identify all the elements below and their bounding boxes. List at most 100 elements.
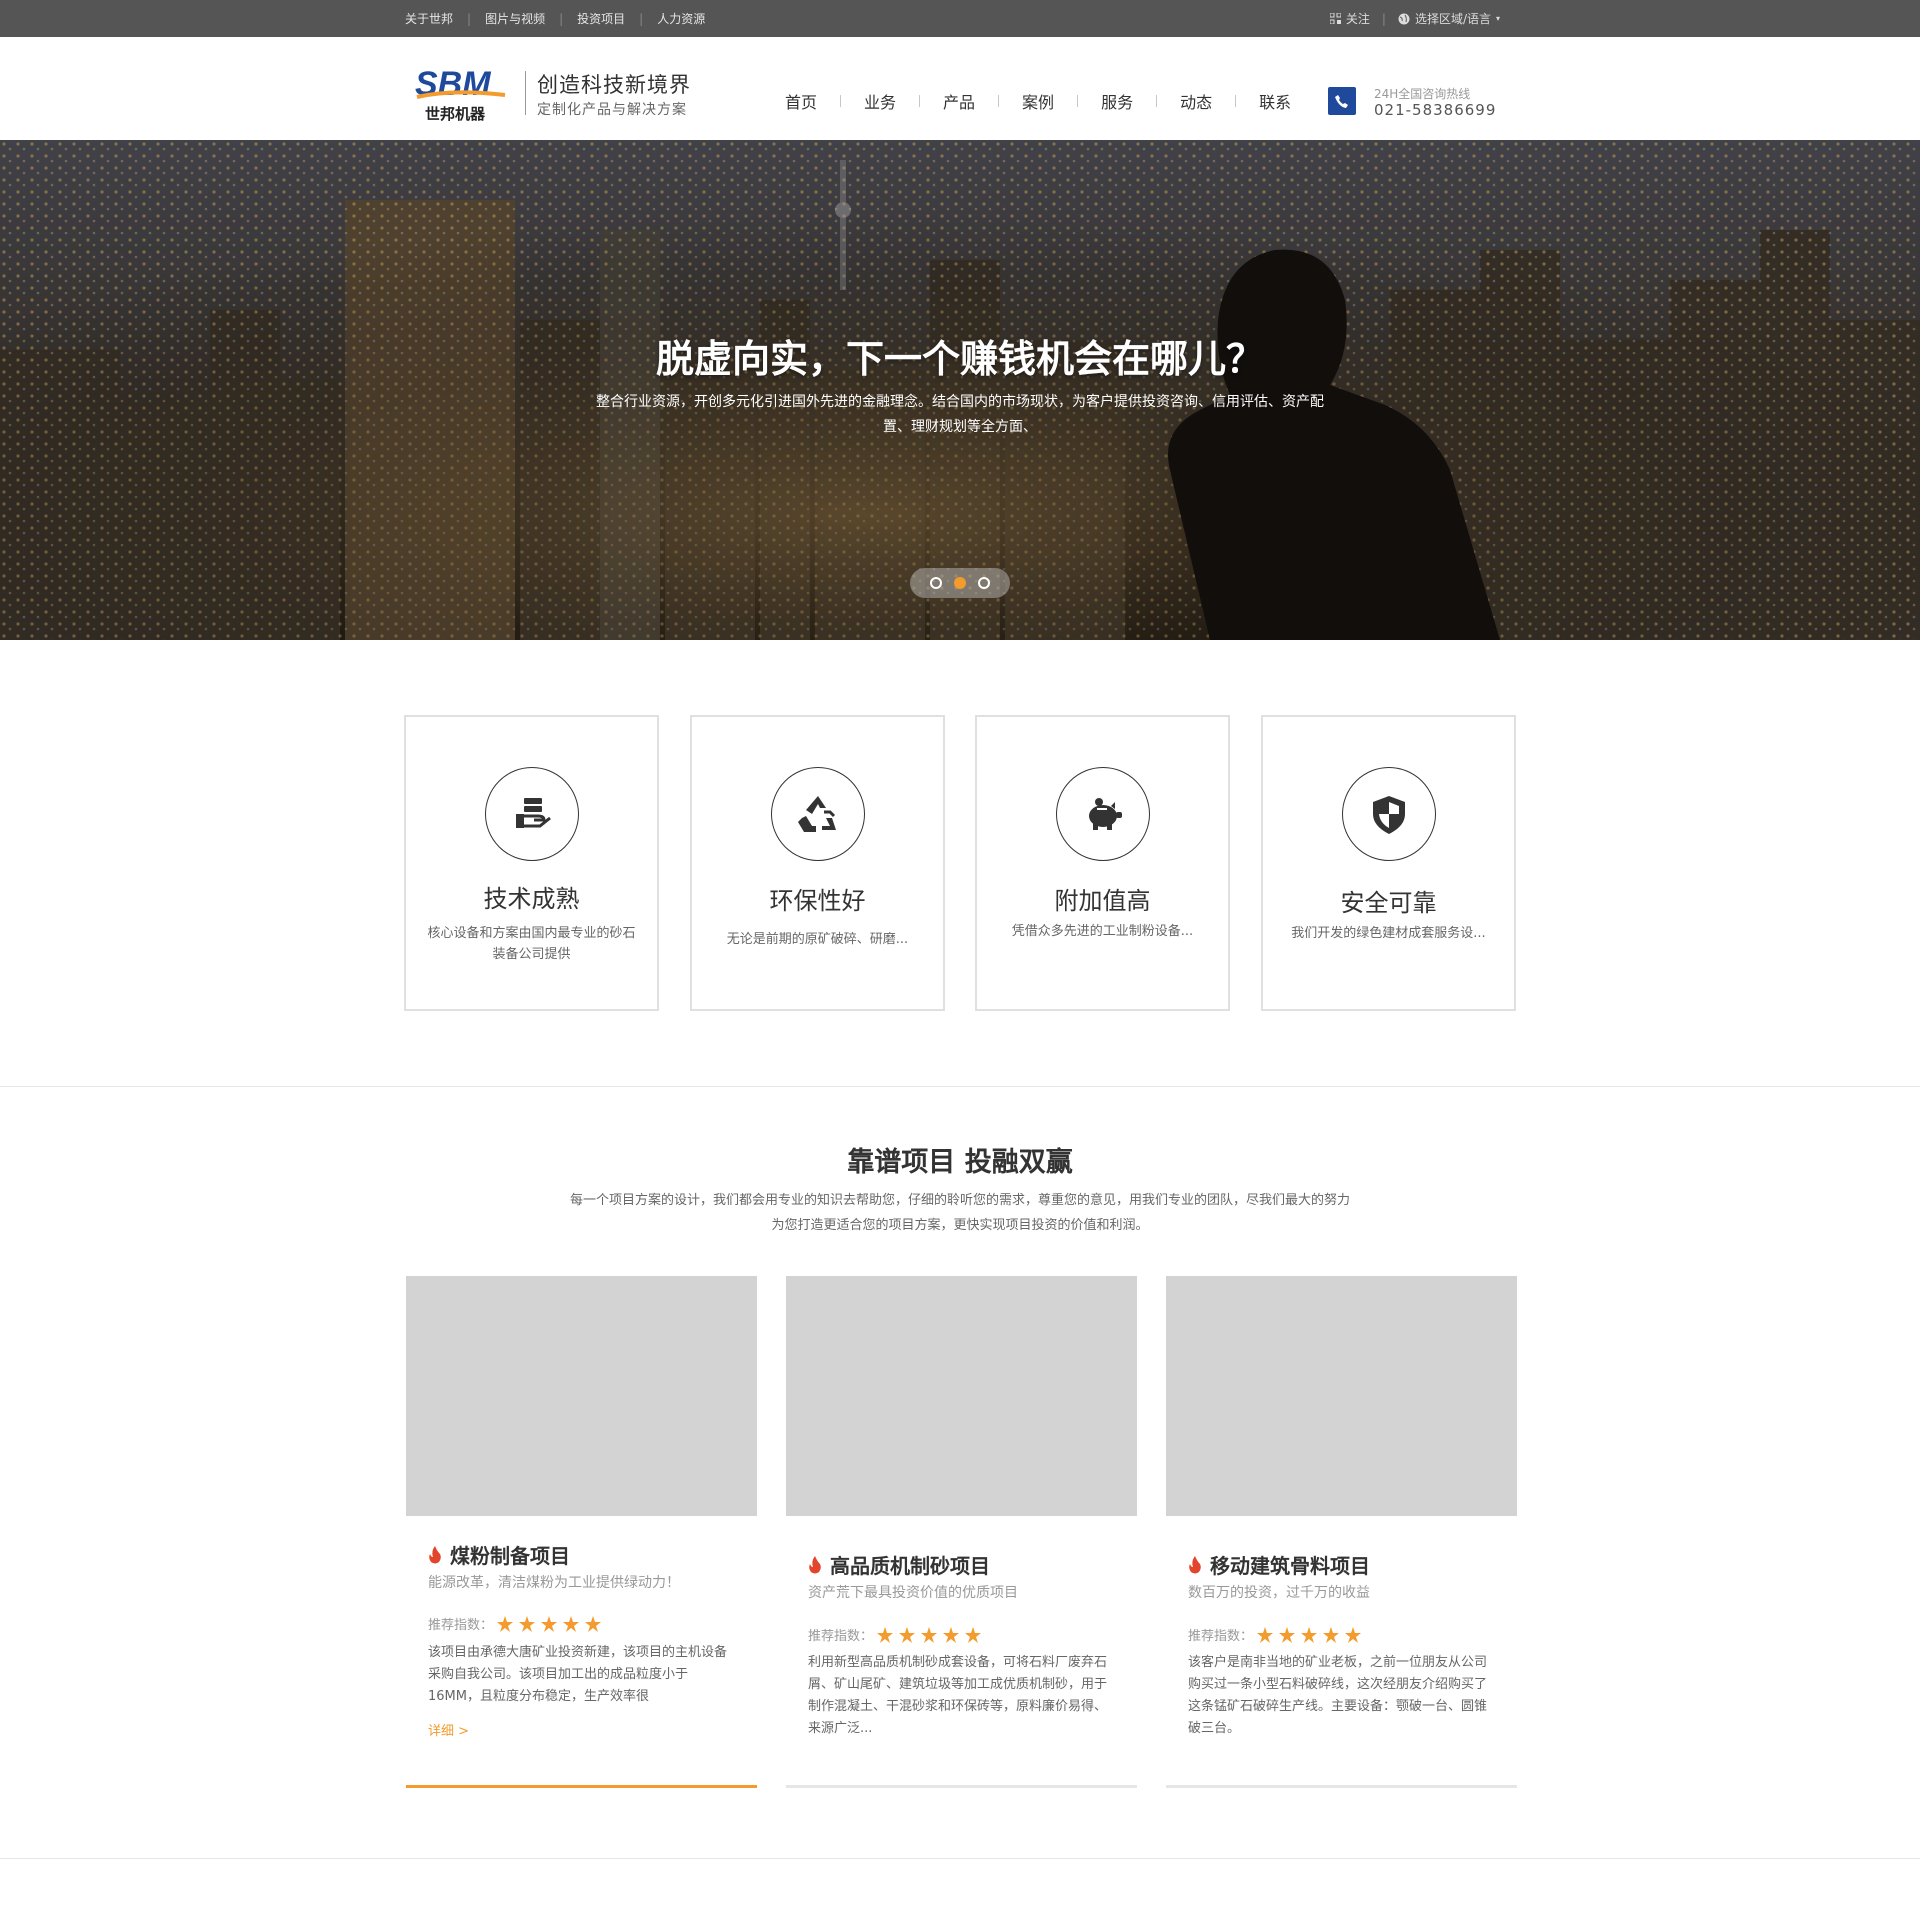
project-subtitle: 能源改革，清洁煤粉为工业提供绿动力！ <box>428 1575 680 1591</box>
feature-card[interactable]: 环保性好 无论是前期的原矿破碎、研磨... <box>690 715 945 1011</box>
project-detail-link[interactable]: 详细 > <box>428 1720 469 1739</box>
hero-banner: 脱虚向实，下一个赚钱机会在哪儿？ 整合行业资源，开创多元化引进国外先进的金融理念… <box>0 140 1920 640</box>
project-description: 该客户是南非当地的矿业老板，之前一位朋友从公司购买过一条小型石料破碎线，这次经朋… <box>1188 1655 1488 1736</box>
top-right-separator: | <box>1381 11 1386 26</box>
feature-title: 附加值高 <box>1054 887 1151 915</box>
hero-description: 整合行业资源，开创多元化引进国外先进的金融理念。结合国内的市场现状，为客户提供投… <box>596 394 1324 435</box>
project-image[interactable] <box>786 1276 1137 1516</box>
star-icon <box>563 1615 580 1632</box>
feature-title: 安全可靠 <box>1340 889 1437 917</box>
project-subtitle: 资产荒下最具投资价值的优质项目 <box>808 1585 1018 1601</box>
project-card[interactable]: 移动建筑骨料项目 数百万的投资，过千万的收益 推荐指数： 该客户是南非当地的矿业… <box>1166 1276 1517 1791</box>
project-underline <box>786 1785 1137 1788</box>
globe-icon <box>1398 13 1410 24</box>
follow-label: 关注 <box>1345 12 1370 26</box>
star-icon <box>541 1615 558 1632</box>
section-title: 靠谱项目 投融双赢 <box>847 1147 1073 1178</box>
nav-item-home[interactable]: 首页 <box>785 89 817 113</box>
shield-icon <box>1342 767 1436 861</box>
recycle-icon <box>771 767 865 861</box>
top-link-separator: | <box>467 11 472 26</box>
main-nav: 首页 业务 产品 案例 服务 动态 联系 <box>785 89 1291 113</box>
feature-card[interactable]: 技术成熟 核心设备和方案由国内最专业的砂石装备公司提供 <box>404 715 659 1011</box>
star-icon <box>877 1626 894 1643</box>
feature-description: 我们开发的绿色建材成套服务设... <box>1291 926 1486 941</box>
slider-dot-active[interactable] <box>954 577 966 589</box>
slider-pagination <box>910 568 1010 598</box>
star-icon <box>1345 1626 1362 1643</box>
top-link-about[interactable]: 关于世邦 <box>405 10 453 27</box>
top-links: 关于世邦 | 图片与视频 | 投资项目 | 人力资源 <box>405 10 705 27</box>
project-image[interactable] <box>1166 1276 1517 1516</box>
hand-server-icon <box>485 767 579 861</box>
project-underline-active <box>406 1785 757 1788</box>
region-selector[interactable]: 选择区域/语言 ▾ <box>1398 10 1500 27</box>
footer-divider <box>0 1858 1920 1859</box>
project-title[interactable]: 高品质机制砂项目 <box>808 1550 990 1579</box>
feature-description: 核心设备和方案由国内最专业的砂石装备公司提供 <box>427 926 636 962</box>
project-description: 该项目由承德大唐矿业投资新建，该项目的主机设备采购自我公司。该项目加工出的成品粒… <box>428 1645 728 1704</box>
nav-item-contact[interactable]: 联系 <box>1259 89 1291 113</box>
slider-dot[interactable] <box>978 577 990 589</box>
nav-item-products[interactable]: 产品 <box>943 89 975 113</box>
project-title[interactable]: 煤粉制备项目 <box>428 1540 570 1569</box>
nav-item-service[interactable]: 服务 <box>1101 89 1133 113</box>
nav-item-cases[interactable]: 案例 <box>1022 89 1054 113</box>
project-image[interactable] <box>406 1276 757 1516</box>
chevron-down-icon: ▾ <box>1495 14 1500 23</box>
rating-label: 推荐指数： <box>1188 1629 1254 1644</box>
nav-item-business[interactable]: 业务 <box>864 89 896 113</box>
piggy-bank-icon <box>1056 767 1150 861</box>
project-description: 利用新型高品质机制砂成套设备，可将石料厂废弃石屑、矿山尾矿、建筑垃圾等加工成优质… <box>808 1655 1108 1736</box>
star-icon <box>1323 1626 1340 1643</box>
logo[interactable]: SBM 世邦机器 创造科技新境界 定制化产品与解决方案 <box>413 63 703 123</box>
project-card[interactable]: 煤粉制备项目 能源改革，清洁煤粉为工业提供绿动力！ 推荐指数： 该项目由承德大唐… <box>406 1276 757 1791</box>
project-underline <box>1166 1785 1517 1788</box>
project-rating: 推荐指数： <box>1188 1625 1362 1644</box>
sbm-logo-icon: SBM 世邦机器 <box>415 65 506 123</box>
nav-separator <box>840 95 842 107</box>
top-link-hr[interactable]: 人力资源 <box>657 10 705 27</box>
qr-code-icon <box>1329 13 1341 24</box>
slider-dot[interactable] <box>930 577 942 589</box>
fire-icon <box>1189 1555 1201 1573</box>
star-icon <box>585 1615 602 1632</box>
star-icon <box>899 1626 916 1643</box>
star-icon <box>519 1615 536 1632</box>
nav-separator <box>1077 95 1079 107</box>
section-description: 每一个项目方案的设计，我们都会用专业的知识去帮助您，仔细的聆听您的需求，尊重您的… <box>570 1193 1351 1233</box>
star-icon <box>1279 1626 1296 1643</box>
feature-title: 技术成熟 <box>483 885 580 913</box>
logo-sub-slogan: 定制化产品与解决方案 <box>537 102 687 118</box>
project-card[interactable]: 高品质机制砂项目 资产荒下最具投资价值的优质项目 推荐指数： 利用新型高品质机制… <box>786 1276 1137 1791</box>
top-link-investment[interactable]: 投资项目 <box>577 10 625 27</box>
star-icon <box>497 1615 514 1632</box>
star-icon <box>1301 1626 1318 1643</box>
hotline[interactable]: 24H全国咨询热线 021-58386699 <box>1328 85 1528 121</box>
rating-label: 推荐指数： <box>428 1618 494 1633</box>
header: SBM 世邦机器 创造科技新境界 定制化产品与解决方案 首页 业务 产品 案例 … <box>0 37 1920 140</box>
fire-icon <box>429 1545 441 1563</box>
follow-button[interactable]: 关注 <box>1329 10 1370 27</box>
feature-card[interactable]: 附加值高 凭借众多先进的工业制粉设备... <box>975 715 1230 1011</box>
feature-card[interactable]: 安全可靠 我们开发的绿色建材成套服务设... <box>1261 715 1516 1011</box>
feature-description: 无论是前期的原矿破碎、研磨... <box>726 932 909 947</box>
logo-slogan: 创造科技新境界 <box>537 73 691 97</box>
phone-icon <box>1328 87 1356 115</box>
nav-separator <box>1235 95 1237 107</box>
hotline-number: 021-58386699 <box>1374 101 1497 119</box>
project-title-text: 移动建筑骨料项目 <box>1210 1554 1370 1578</box>
svg-text:SBM: SBM <box>415 65 491 103</box>
fire-icon <box>809 1555 821 1573</box>
hero-title: 脱虚向实，下一个赚钱机会在哪儿？ <box>655 337 1264 381</box>
top-link-separator: | <box>639 11 644 26</box>
project-rating: 推荐指数： <box>428 1614 602 1633</box>
project-title[interactable]: 移动建筑骨料项目 <box>1188 1550 1370 1579</box>
star-icon <box>965 1626 982 1643</box>
star-icon <box>1257 1626 1274 1643</box>
nav-separator <box>1156 95 1158 107</box>
nav-item-news[interactable]: 动态 <box>1180 89 1212 113</box>
top-bar: 关于世邦 | 图片与视频 | 投资项目 | 人力资源 关注 | 选择区域/语言 … <box>0 0 1920 37</box>
feature-title: 环保性好 <box>769 887 866 915</box>
top-link-media[interactable]: 图片与视频 <box>485 10 545 27</box>
